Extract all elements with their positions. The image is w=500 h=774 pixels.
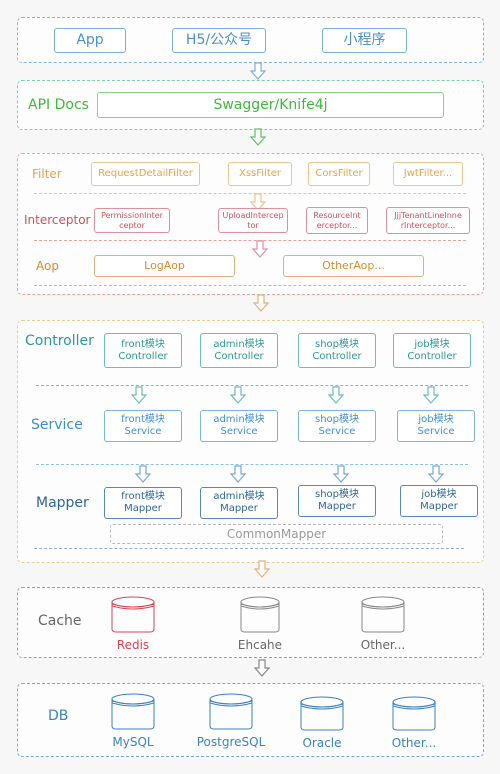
db-postgresql-label: PostgreSQL [196, 735, 266, 749]
controller-label: Controller [25, 333, 94, 349]
api-docs-label: API Docs [28, 97, 89, 113]
database-icon [240, 596, 280, 633]
arrow-down-icon [230, 465, 246, 483]
cache-label: Cache [38, 613, 82, 629]
service-separator [36, 464, 468, 465]
controller-front[interactable]: front模块 Controller [104, 333, 182, 368]
mapper-label: Mapper [36, 495, 89, 511]
arrow-down-icon [230, 386, 246, 404]
db-other-label: Other... [391, 736, 437, 750]
filter-request-detail[interactable]: RequestDetailFilter [91, 162, 200, 186]
cache-redis[interactable]: Redis [103, 596, 163, 652]
controller-admin[interactable]: admin模块 Controller [200, 333, 278, 368]
common-mapper[interactable]: CommonMapper [110, 524, 443, 544]
service-front[interactable]: front模块 Service [104, 410, 182, 442]
arrow-down-icon [333, 465, 349, 483]
database-icon [111, 596, 155, 633]
arrow-down-icon [131, 386, 147, 404]
service-label: Service [31, 417, 83, 433]
swagger-knife4j[interactable]: Swagger/Knife4j [97, 92, 444, 118]
cache-redis-label: Redis [116, 638, 150, 652]
mapper-job[interactable]: job模块 Mapper [400, 485, 478, 517]
database-icon [111, 693, 155, 730]
interceptor-tenant-line[interactable]: JjjTenantLineInne rInterceptor... [386, 207, 470, 234]
db-oracle[interactable]: Oracle [292, 696, 352, 750]
mapper-front[interactable]: front模块 Mapper [104, 487, 182, 519]
service-shop[interactable]: shop模块 Service [298, 410, 376, 442]
service-job[interactable]: job模块 Service [397, 410, 475, 442]
client-h5[interactable]: H5/公众号 [172, 28, 266, 53]
interceptor-upload[interactable]: UploadIntercep tor [218, 208, 288, 233]
filter-xss[interactable]: XssFilter [228, 162, 292, 186]
interceptor-label: Interceptor [24, 213, 91, 227]
aop-separator [34, 285, 466, 286]
database-icon [361, 596, 405, 633]
cache-ehcache-label: Ehcahe [237, 638, 283, 652]
cache-other-label: Other... [360, 638, 406, 652]
mapper-shop[interactable]: shop模块 Mapper [298, 485, 376, 517]
filter-label: Filter [32, 167, 62, 181]
arrow-down-icon [253, 294, 269, 312]
controller-separator [36, 385, 468, 386]
interceptor-permission[interactable]: PermissionInter ceptor [94, 208, 170, 233]
cache-other[interactable]: Other... [348, 596, 418, 652]
arrow-down-icon [135, 465, 151, 483]
service-admin[interactable]: admin模块 Service [200, 410, 278, 442]
db-oracle-label: Oracle [302, 736, 342, 750]
arrow-down-icon [250, 128, 266, 146]
database-icon [300, 696, 344, 731]
controller-shop[interactable]: shop模块 Controller [298, 333, 376, 368]
client-app[interactable]: App [54, 28, 126, 53]
mapper-admin[interactable]: admin模块 Mapper [200, 487, 278, 519]
arrow-down-icon [254, 560, 270, 578]
filter-jwt[interactable]: JwtFilter... [393, 162, 463, 186]
mapper-separator [34, 548, 464, 549]
arrow-down-icon [250, 62, 266, 80]
database-icon [392, 696, 436, 731]
db-other[interactable]: Other... [382, 696, 446, 750]
aop-label: Aop [36, 259, 59, 273]
aop-log[interactable]: LogAop [94, 255, 235, 277]
controller-job[interactable]: job模块 Controller [393, 333, 471, 368]
arrow-down-icon [328, 386, 344, 404]
arrow-down-icon [428, 465, 444, 483]
interceptor-resource[interactable]: ResourceInt erceptor... [306, 207, 368, 234]
db-mysql[interactable]: MySQL [103, 693, 163, 749]
arrow-down-icon [423, 386, 439, 404]
arrow-down-icon [252, 240, 268, 258]
filter-cors[interactable]: CorsFilter [308, 162, 370, 186]
client-miniprogram[interactable]: 小程序 [322, 28, 407, 53]
db-postgresql[interactable]: PostgreSQL [196, 693, 266, 749]
cache-ehcache[interactable]: Ehcahe [230, 596, 290, 652]
database-icon [209, 693, 253, 730]
aop-other[interactable]: OtherAop... [283, 255, 424, 277]
interceptor-separator [34, 240, 466, 241]
arrow-down-icon [254, 659, 270, 677]
db-label: DB [48, 708, 69, 724]
db-mysql-label: MySQL [112, 735, 154, 749]
